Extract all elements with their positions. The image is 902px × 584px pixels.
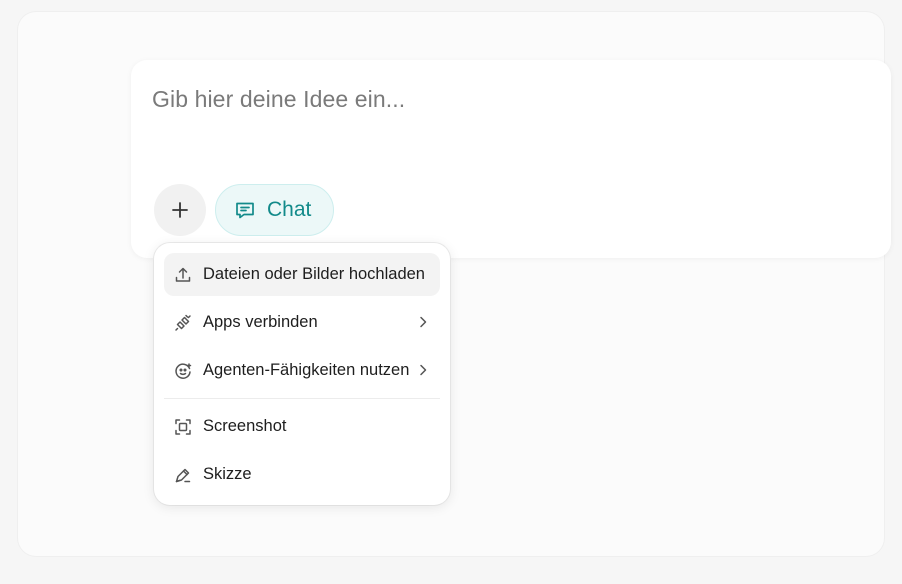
upload-icon [173,265,193,285]
add-button[interactable] [154,184,206,236]
menu-item-label: Agenten-Fähigkeiten nutzen [203,361,410,379]
chat-bubble-icon [233,198,257,222]
menu-divider [164,398,440,399]
prompt-placeholder[interactable]: Gib hier deine Idee ein... [152,86,405,113]
attach-menu: Dateien oder Bilder hochladen Apps verbi… [154,243,450,505]
agent-skills-icon [173,361,193,381]
menu-item-apps[interactable]: Apps verbinden [164,301,440,344]
chat-mode-label: Chat [267,198,312,221]
menu-item-agent-skills[interactable]: Agenten-Fähigkeiten nutzen [164,349,440,392]
menu-item-sketch[interactable]: Skizze [164,453,440,496]
pen-icon [173,465,193,485]
chevron-right-icon [414,361,432,379]
chat-mode-button[interactable]: Chat [215,184,334,236]
menu-item-upload[interactable]: Dateien oder Bilder hochladen [164,253,440,296]
menu-item-label: Dateien oder Bilder hochladen [203,265,425,283]
plug-icon [173,313,193,333]
screenshot-icon [173,417,193,437]
menu-item-label: Apps verbinden [203,313,318,331]
menu-item-label: Screenshot [203,417,287,435]
chevron-right-icon [414,313,432,331]
menu-item-label: Skizze [203,465,252,483]
plus-icon [170,200,190,220]
menu-item-screenshot[interactable]: Screenshot [164,405,440,448]
